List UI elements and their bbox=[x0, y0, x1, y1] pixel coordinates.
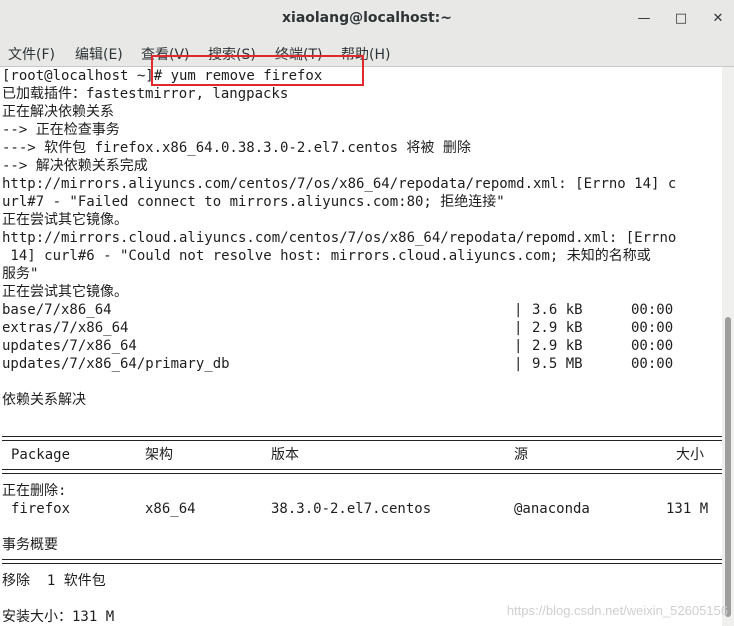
repo-size: 2.9 kB bbox=[532, 320, 583, 336]
terminal-line: 14] curl#6 - "Could not resolve host: mi… bbox=[2, 248, 651, 264]
menu-bar: 文件(F) 编辑(E) 查看(V) 搜索(S) 终端(T) 帮助(H) bbox=[0, 38, 734, 67]
header-repo: 源 bbox=[514, 447, 528, 463]
terminal-line: http://mirrors.cloud.aliyuncs.com/centos… bbox=[2, 230, 677, 246]
removing-label: 正在删除: bbox=[2, 483, 67, 499]
repo-separator: | bbox=[514, 356, 523, 372]
divider bbox=[2, 440, 722, 441]
divider bbox=[2, 563, 722, 564]
divider bbox=[2, 436, 722, 437]
terminal-line: 正在尝试其它镜像。 bbox=[2, 284, 128, 300]
header-package: Package bbox=[11, 447, 71, 463]
terminal-line: ---> 软件包 firefox.x86_64.0.38.3.0-2.el7.c… bbox=[2, 140, 471, 156]
scrollbar[interactable] bbox=[722, 67, 734, 626]
terminal-line: http://mirrors.aliyuncs.com/centos/7/os/… bbox=[2, 176, 677, 192]
row-package: firefox bbox=[11, 501, 71, 517]
scrollbar-thumb[interactable] bbox=[725, 317, 731, 617]
repo-name: updates/7/x86_64/primary_db bbox=[2, 356, 230, 372]
terminal-line: --> 解决依赖关系完成 bbox=[2, 158, 148, 174]
close-button[interactable]: ✕ bbox=[707, 8, 729, 30]
terminal-line: 正在解决依赖关系 bbox=[2, 104, 114, 120]
divider bbox=[2, 469, 722, 470]
repo-separator: | bbox=[514, 302, 523, 318]
repo-name: updates/7/x86_64 bbox=[2, 338, 137, 354]
menu-edit[interactable]: 编辑(E) bbox=[75, 44, 123, 64]
repo-time: 00:00 bbox=[631, 320, 674, 336]
repo-time: 00:00 bbox=[631, 302, 674, 318]
repo-name: extras/7/x86_64 bbox=[2, 320, 129, 336]
repo-size: 3.6 kB bbox=[532, 302, 583, 318]
repo-size: 9.5 MB bbox=[532, 356, 583, 372]
title-bar: xiaolang@localhost:~ — □ ✕ bbox=[0, 0, 734, 39]
summary-title: 事务概要 bbox=[2, 537, 58, 553]
remove-summary: 移除 1 软件包 bbox=[2, 573, 106, 589]
divider bbox=[2, 559, 722, 560]
maximize-button[interactable]: □ bbox=[670, 8, 692, 30]
row-arch: x86_64 bbox=[145, 501, 196, 517]
terminal-line: 服务" bbox=[2, 266, 39, 282]
header-arch: 架构 bbox=[145, 447, 173, 463]
header-size: 大小 bbox=[676, 447, 704, 463]
repo-size: 2.9 kB bbox=[532, 338, 583, 354]
installed-size: 安装大小：131 M bbox=[2, 609, 115, 625]
row-size: 131 M bbox=[666, 501, 709, 517]
repo-separator: | bbox=[514, 338, 523, 354]
window-title: xiaolang@localhost:~ bbox=[281, 10, 453, 26]
repo-time: 00:00 bbox=[631, 356, 674, 372]
row-version: 38.3.0-2.el7.centos bbox=[271, 501, 432, 517]
repo-time: 00:00 bbox=[631, 338, 674, 354]
resolved-line: 依赖关系解决 bbox=[2, 392, 86, 408]
terminal-line: url#7 - "Failed connect to mirrors.aliyu… bbox=[2, 194, 505, 210]
minimize-button[interactable]: — bbox=[633, 8, 655, 30]
terminal-line: --> 正在检查事务 bbox=[2, 122, 120, 138]
repo-name: base/7/x86_64 bbox=[2, 302, 112, 318]
command-highlight-box bbox=[151, 55, 364, 86]
watermark: https://blog.csdn.net/weixin_52605156 bbox=[506, 603, 728, 618]
header-version: 版本 bbox=[271, 447, 299, 463]
menu-file[interactable]: 文件(F) bbox=[8, 44, 55, 64]
row-repo: @anaconda bbox=[514, 501, 590, 517]
repo-separator: | bbox=[514, 320, 523, 336]
divider bbox=[2, 473, 722, 474]
terminal-line: 已加载插件：fastestmirror, langpacks bbox=[2, 86, 289, 102]
terminal-line: 正在尝试其它镜像。 bbox=[2, 212, 128, 228]
terminal-output[interactable]: [root@localhost ~]# yum remove firefox 已… bbox=[0, 67, 722, 626]
